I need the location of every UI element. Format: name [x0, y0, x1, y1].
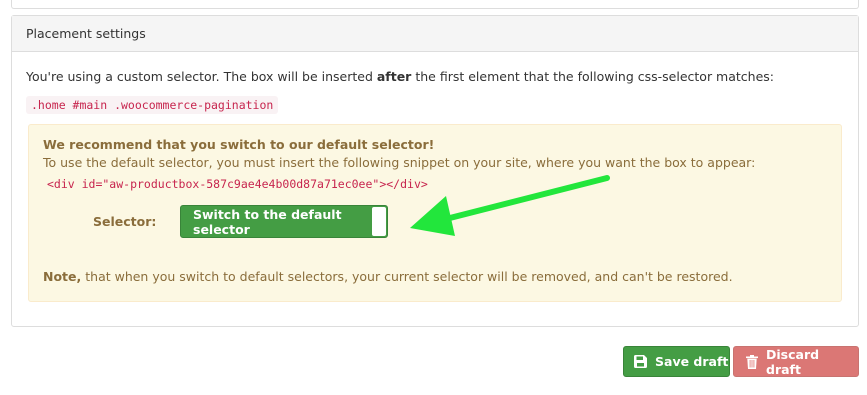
alert-title: We recommend that you switch to our defa…: [43, 137, 435, 152]
intro-text-start: You're using a custom selector. The box …: [26, 69, 377, 84]
intro-text-emphasis: after: [376, 69, 412, 84]
alert-text: To use the default selector, you must in…: [43, 155, 756, 170]
previous-panel: [11, 0, 859, 9]
save-draft-label: Save draft: [655, 354, 729, 369]
alert-note: Note, that when you switch to default se…: [43, 269, 733, 284]
switch-button-label: Switch to the default selector: [193, 206, 342, 237]
intro-text-end: the first element that the following css…: [411, 69, 775, 84]
discard-draft-label: Discard draft: [766, 346, 820, 377]
snippet-code: <div id="aw-productbox-587c9ae4e4b00d87a…: [47, 177, 428, 191]
intro-text: You're using a custom selector. The box …: [26, 69, 774, 84]
toggle-knob: [372, 207, 386, 236]
floppy-disk-icon: [634, 355, 647, 368]
selector-label: Selector:: [93, 214, 157, 229]
switch-default-selector-button[interactable]: Switch to the default selector: [180, 205, 388, 238]
custom-selector-code: .home #main .woocommerce-pagination: [26, 96, 279, 114]
recommendation-alert: We recommend that you switch to our defa…: [28, 124, 842, 302]
note-text: that when you switch to default selector…: [81, 269, 733, 284]
note-label: Note,: [43, 269, 82, 284]
save-draft-button[interactable]: Save draft: [623, 346, 730, 377]
panel-heading: Placement settings: [12, 16, 858, 52]
trash-icon: [746, 354, 758, 369]
placement-settings-panel: Placement settings You're using a custom…: [11, 15, 859, 327]
discard-draft-button[interactable]: Discard draft: [733, 346, 859, 377]
